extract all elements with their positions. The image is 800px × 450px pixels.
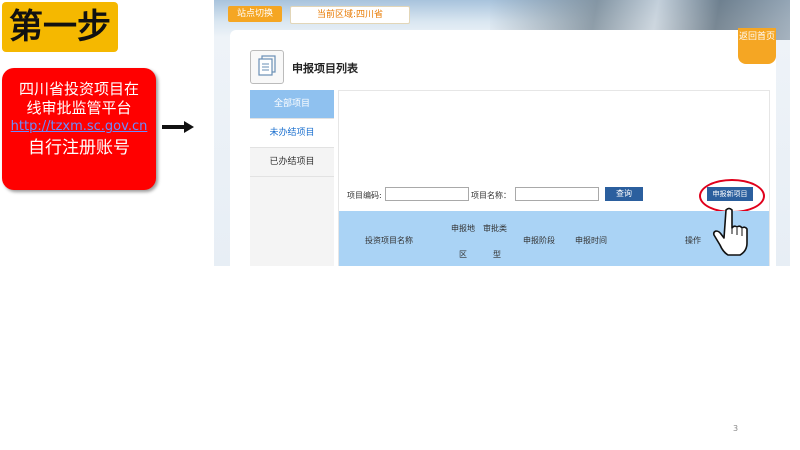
th-region-line1: 申报地 (451, 224, 475, 233)
platform-screenshot: 站点切换 当前区域:四川省 返回首页 申报项目列表 全部项目 未办结项目 已办结… (214, 0, 790, 266)
main-panel: 申报项目列表 全部项目 未办结项目 已办结项目 项目编码: 项目名称： 查询 申… (230, 30, 776, 266)
th-type-line2: 型 (493, 250, 501, 259)
nav-completed-projects[interactable]: 已办结项目 (250, 148, 334, 177)
side-nav: 全部项目 未办结项目 已办结项目 (250, 90, 334, 266)
back-home-button[interactable]: 返回首页 (738, 28, 776, 64)
nav-all-projects[interactable]: 全部项目 (250, 90, 334, 119)
switch-site-button[interactable]: 站点切换 (228, 6, 282, 22)
platform-url-link[interactable]: http://tzxm.sc.gov.cn (2, 118, 156, 135)
project-name-input[interactable] (515, 187, 599, 201)
th-type-line1: 审批类 (483, 224, 507, 233)
th-time: 申报时间 (575, 236, 607, 245)
pointing-hand-icon (712, 207, 748, 256)
th-region-line2: 区 (459, 250, 467, 259)
platform-name-line2: 线审批监管平台 (26, 99, 132, 117)
project-name-label: 项目名称： (471, 191, 511, 200)
content-area: 项目编码: 项目名称： 查询 申报新项目 投资项目名称 申报地 区 审批类 型 … (338, 90, 770, 266)
new-project-button[interactable]: 申报新项目 (707, 187, 753, 201)
platform-callout: 四川省投资项目在 线审批监管平台 http://tzxm.sc.gov.cn 自… (2, 68, 156, 190)
th-stage: 申报阶段 (523, 236, 555, 245)
project-code-label: 项目编码: (347, 191, 382, 200)
query-button[interactable]: 查询 (605, 187, 643, 201)
project-code-input[interactable] (385, 187, 469, 201)
page-number: 3 (733, 424, 739, 433)
document-icon (250, 50, 284, 84)
th-project-name: 投资项目名称 (365, 236, 413, 245)
table-header: 投资项目名称 申报地 区 审批类 型 申报阶段 申报时间 操作 (339, 211, 769, 266)
step-title: 第一步 (2, 2, 118, 52)
current-region-label: 当前区域:四川省 (290, 6, 410, 24)
th-action: 操作 (685, 236, 701, 245)
platform-name-line1: 四川省投资项目在 (18, 80, 139, 98)
register-text: 自行注册账号 (28, 138, 130, 158)
nav-pending-projects[interactable]: 未办结项目 (250, 119, 334, 148)
page-title: 申报项目列表 (292, 62, 358, 75)
right-arrow-icon (162, 121, 194, 133)
